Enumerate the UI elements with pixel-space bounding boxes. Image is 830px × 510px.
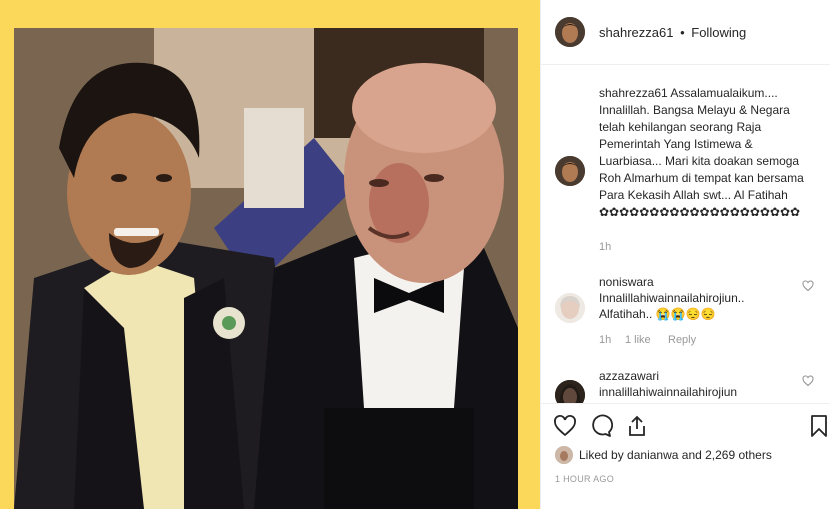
- following-button[interactable]: Following: [691, 25, 746, 40]
- likes-summary: Liked by danianwa and 2,269 others: [579, 448, 772, 462]
- heart-icon[interactable]: [553, 414, 577, 438]
- share-icon[interactable]: [625, 414, 649, 438]
- commenter-avatar[interactable]: [555, 380, 585, 403]
- comment-icon[interactable]: [589, 414, 613, 438]
- post-image-pane: [0, 0, 540, 509]
- avatar-image: [555, 446, 573, 464]
- post-actions: Liked by danianwa and 2,269 others 1 HOU…: [541, 403, 830, 510]
- post-photo[interactable]: [14, 28, 518, 509]
- comment-username[interactable]: azzazawari: [599, 369, 659, 383]
- photo-illustration: [14, 28, 518, 509]
- liker-avatar[interactable]: [555, 446, 573, 464]
- liked-by-prefix: Liked by: [579, 448, 624, 462]
- avatar-image: [555, 17, 585, 47]
- header-text: shahrezza61 • Following: [599, 25, 746, 40]
- author-avatar[interactable]: [555, 17, 585, 47]
- comment-likes[interactable]: 1 like: [625, 334, 651, 346]
- post-sidebar: shahrezza61 • Following shahrezza61 Assa…: [540, 0, 830, 509]
- comments-list[interactable]: shahrezza61 Assalamualaikum.... Innalill…: [541, 65, 830, 403]
- commenter-avatar[interactable]: [555, 293, 585, 323]
- caption-text: Assalamualaikum.... Innalillah. Bangsa M…: [599, 86, 804, 219]
- caption-avatar[interactable]: [555, 156, 585, 186]
- post-header: shahrezza61 • Following: [541, 0, 830, 65]
- comment-time[interactable]: 1h: [599, 334, 611, 346]
- comment-text: Innalillahiwainnailahirojiun.. Alfatihah…: [599, 291, 745, 321]
- post-caption: shahrezza61 Assalamualaikum.... Innalill…: [599, 85, 817, 221]
- reply-button[interactable]: Reply: [668, 334, 696, 346]
- liked-by-others[interactable]: and 2,269 others: [682, 448, 772, 462]
- liked-by-user[interactable]: danianwa: [627, 448, 678, 462]
- comment-like-heart-icon[interactable]: [802, 375, 814, 387]
- post-timestamp[interactable]: 1 HOUR AGO: [555, 474, 614, 484]
- avatar-image: [555, 293, 585, 323]
- comment-username[interactable]: noniswara: [599, 275, 654, 289]
- bookmark-icon[interactable]: [807, 414, 830, 438]
- separator-dot: •: [680, 25, 685, 40]
- caption-time[interactable]: 1h: [599, 241, 611, 253]
- avatar-image: [555, 380, 585, 403]
- avatar-image: [555, 156, 585, 186]
- caption-username[interactable]: shahrezza61: [599, 86, 668, 100]
- comment-text: innalillahiwainnailahirojiun: [599, 385, 738, 399]
- author-username[interactable]: shahrezza61: [599, 25, 673, 40]
- comment-like-heart-icon[interactable]: [802, 280, 814, 292]
